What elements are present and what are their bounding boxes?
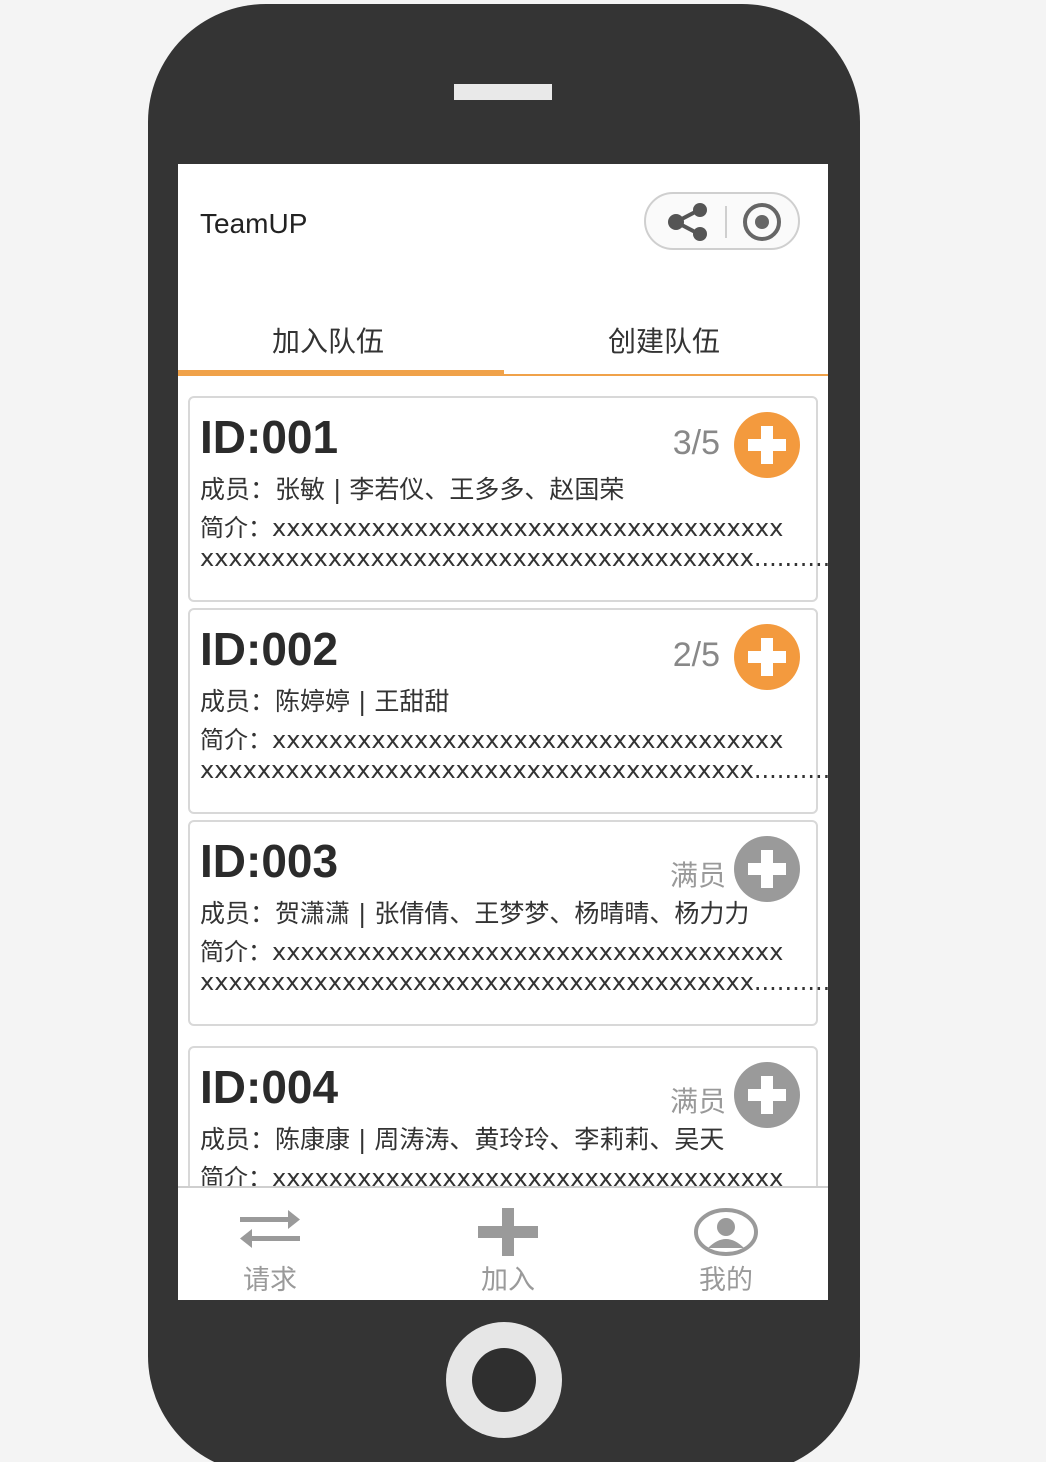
app-title: TeamUP: [200, 208, 308, 239]
nav-item-join[interactable]: 加入: [448, 1206, 568, 1296]
team-card[interactable]: ID:001 3/5 成员：张敏 | 李若仪、王多多、赵国荣 简介：xxxxxx…: [188, 396, 828, 602]
tab-bar: 加入队伍 创建队伍: [178, 308, 828, 376]
team-full-label: 满员: [669, 859, 726, 892]
team-members: 成员：陈康康 | 周涛涛、黄玲玲、李莉莉、吴天: [200, 1125, 725, 1154]
nav-label-request: 请求: [243, 1265, 297, 1296]
tab-create-team[interactable]: 创建队伍: [608, 320, 720, 360]
join-team-button-disabled: [734, 836, 800, 902]
team-intro: 简介：xxxxxxxxxxxxxxxxxxxxxxxxxxxxxxxxxxxx: [200, 1164, 784, 1186]
app-screen: TeamUP 加入队伍 创建队伍 ID:001 3/5 成员：张敏 | 李若仪、…: [178, 164, 828, 1300]
team-intro: 简介：xxxxxxxxxxxxxxxxxxxxxxxxxxxxxxxxxxxx: [200, 514, 784, 542]
team-members: 成员：陈婷婷 | 王甜甜: [200, 687, 450, 716]
team-card[interactable]: ID:004 满员 成员：陈康康 | 周涛涛、黄玲玲、李莉莉、吴天 简介：xxx…: [188, 1046, 818, 1186]
user-icon: [694, 1208, 758, 1256]
team-capacity: 3/5: [672, 424, 720, 462]
nav-label-mine: 我的: [699, 1265, 753, 1296]
tab-join-team[interactable]: 加入队伍: [272, 320, 384, 360]
nav-label-join: 加入: [481, 1265, 535, 1296]
share-icon[interactable]: [664, 202, 712, 242]
capsule-divider: [725, 206, 727, 238]
join-team-button[interactable]: [734, 412, 800, 478]
plus-icon: [478, 1208, 538, 1256]
swap-arrows-icon: [240, 1210, 300, 1248]
nav-item-mine[interactable]: 我的: [666, 1206, 786, 1296]
team-list[interactable]: ID:001 3/5 成员：张敏 | 李若仪、王多多、赵国荣 简介：xxxxxx…: [178, 376, 828, 1186]
nav-item-request[interactable]: 请求: [210, 1206, 330, 1296]
bottom-nav: 请求 加入 我的: [178, 1186, 828, 1300]
home-button[interactable]: [446, 1322, 562, 1438]
team-card[interactable]: ID:003 满员 成员：贺潇潇 | 张倩倩、王梦梦、杨晴晴、杨力力 简介：xx…: [188, 820, 828, 1026]
team-capacity: 2/5: [672, 636, 720, 674]
team-intro-continued: xxxxxxxxxxxxxxxxxxxxxxxxxxxxxxxxxxxxxxx.…: [200, 968, 828, 996]
team-intro-continued: xxxxxxxxxxxxxxxxxxxxxxxxxxxxxxxxxxxxxxx.…: [200, 544, 828, 572]
mini-program-capsule: [644, 192, 800, 250]
team-id: ID:004: [200, 1061, 339, 1113]
team-members: 成员：张敏 | 李若仪、王多多、赵国荣: [200, 475, 625, 504]
team-members: 成员：贺潇潇 | 张倩倩、王梦梦、杨晴晴、杨力力: [200, 899, 750, 928]
team-id: ID:002: [200, 623, 339, 675]
join-team-button[interactable]: [734, 624, 800, 690]
team-intro: 简介：xxxxxxxxxxxxxxxxxxxxxxxxxxxxxxxxxxxx: [200, 938, 784, 966]
team-card[interactable]: ID:002 2/5 成员：陈婷婷 | 王甜甜 简介：xxxxxxxxxxxxx…: [188, 608, 828, 814]
join-team-button-disabled: [734, 1062, 800, 1128]
team-intro: 简介：xxxxxxxxxxxxxxxxxxxxxxxxxxxxxxxxxxxx: [200, 726, 784, 754]
team-intro-continued: xxxxxxxxxxxxxxxxxxxxxxxxxxxxxxxxxxxxxxx.…: [200, 756, 828, 784]
team-id: ID:003: [200, 835, 339, 887]
phone-speaker: [454, 84, 552, 100]
record-icon[interactable]: [740, 203, 788, 241]
team-full-label: 满员: [669, 1085, 726, 1118]
team-id: ID:001: [200, 411, 339, 463]
